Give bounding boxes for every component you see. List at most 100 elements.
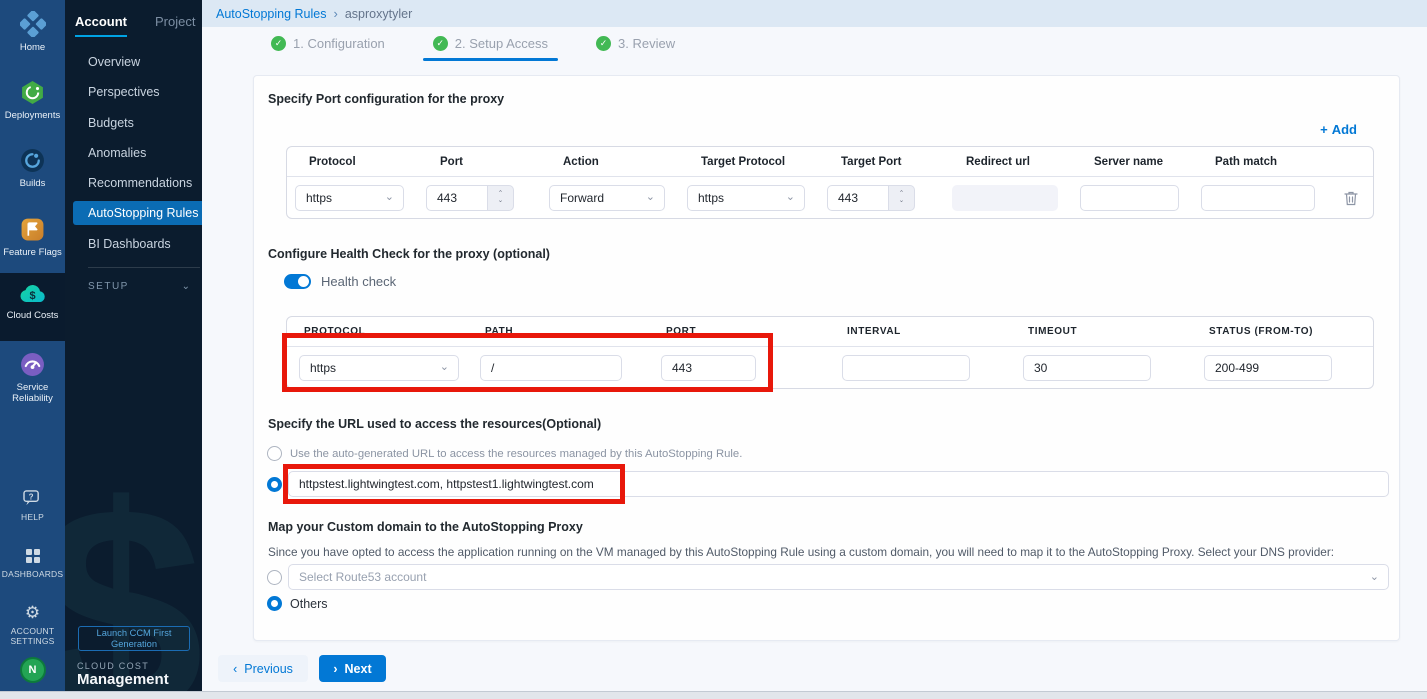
stepper-buttons[interactable]: ⌃ ⌄ (889, 185, 915, 211)
col-action: Action (541, 156, 679, 168)
custom-url-input[interactable] (288, 471, 1389, 497)
step-label: 3. Review (618, 36, 675, 51)
health-status-input[interactable] (1204, 355, 1332, 381)
route53-account-select[interactable]: Select Route53 account ⌄ (288, 564, 1389, 590)
rail-item-cloud-costs[interactable]: $ Cloud Costs (0, 273, 65, 341)
port-input[interactable] (426, 185, 488, 211)
route53-radio[interactable] (267, 570, 282, 585)
previous-button[interactable]: ‹ Previous (218, 655, 308, 682)
step-label: 1. Configuration (293, 36, 385, 51)
custom-url-radio[interactable] (267, 477, 282, 492)
port-config-table: Protocol Port Action Target Protocol Tar… (286, 146, 1374, 219)
path-match-input[interactable] (1201, 185, 1315, 211)
health-port-input[interactable] (661, 355, 756, 381)
rail-label: ACCOUNT SETTINGS (7, 626, 59, 646)
add-port-row-button[interactable]: + Add (1320, 122, 1357, 137)
sidebar-item-autostopping-rules[interactable]: AutoStopping Rules (73, 201, 202, 225)
product-eyebrow: CLOUD COST (77, 661, 149, 671)
stepper-down-icon[interactable]: ⌄ (498, 198, 503, 205)
sidebar-item-overview[interactable]: Overview (88, 55, 140, 69)
ccm-sidebar: $ Account Project Overview Perspectives … (65, 0, 202, 691)
server-name-input[interactable] (1080, 185, 1179, 211)
setup-access-card: Specify Port configuration for the proxy… (253, 75, 1400, 641)
col-timeout: TIMEOUT (1011, 326, 1192, 337)
port-table-row: https ⌄ ⌃ ⌄ Forward ⌄ https ⌄ ⌃ (287, 177, 1373, 218)
ccm-watermark-dollar: $ (65, 461, 202, 691)
port-table-header: Protocol Port Action Target Protocol Tar… (287, 147, 1373, 177)
health-path-input[interactable] (480, 355, 622, 381)
stepper-down-icon[interactable]: ⌄ (899, 198, 904, 205)
chevron-right-icon: › (333, 662, 337, 676)
breadcrumb-root-link[interactable]: AutoStopping Rules (216, 7, 327, 21)
col-redirect-url: Redirect url (944, 156, 1072, 168)
rail-label: Service Reliability (0, 382, 65, 405)
dns-section-title: Map your Custom domain to the AutoStoppi… (268, 520, 583, 534)
col-port: Port (418, 156, 541, 168)
target-port-input[interactable] (827, 185, 889, 211)
action-select[interactable]: Forward ⌄ (549, 185, 665, 211)
sidebar-setup-group[interactable]: SETUP ⌄ (88, 281, 190, 292)
health-protocol-value: https (310, 361, 336, 375)
sidebar-item-budgets[interactable]: Budgets (88, 116, 134, 130)
rail-label: Cloud Costs (7, 310, 59, 321)
port-stepper[interactable]: ⌃ ⌄ (426, 185, 514, 211)
health-check-toggle-row: Health check (284, 274, 396, 289)
health-timeout-input[interactable] (1023, 355, 1151, 381)
health-check-toggle[interactable] (284, 274, 311, 289)
rail-item-home[interactable]: Home (0, 11, 65, 53)
protocol-select[interactable]: https ⌄ (295, 185, 404, 211)
health-interval-input[interactable] (842, 355, 970, 381)
health-protocol-select[interactable]: https ⌄ (299, 355, 459, 381)
health-table-row: https ⌄ (287, 347, 1373, 388)
rail-item-builds[interactable]: Builds (0, 148, 65, 189)
others-radio[interactable] (267, 596, 282, 611)
col-path: PATH (468, 326, 649, 337)
dns-description: Since you have opted to access the appli… (268, 545, 1334, 559)
step-configuration[interactable]: ✓ 1. Configuration (265, 36, 391, 61)
rail-item-dashboards[interactable]: DASHBOARDS (0, 548, 65, 579)
sidebar-divider (88, 267, 200, 268)
rail-item-help[interactable]: ? HELP (0, 490, 65, 522)
user-avatar[interactable]: N (20, 657, 46, 683)
target-port-stepper[interactable]: ⌃ ⌄ (827, 185, 915, 211)
chevron-left-icon: ‹ (233, 662, 237, 676)
rail-item-account-settings[interactable]: ⚙ ACCOUNT SETTINGS (0, 604, 65, 646)
target-protocol-value: https (698, 191, 724, 205)
rail-item-service-reliability[interactable]: Service Reliability (0, 352, 65, 405)
col-server-name: Server name (1072, 156, 1193, 168)
rail-item-deployments[interactable]: Deployments (0, 80, 65, 121)
stepper-buttons[interactable]: ⌃ ⌄ (488, 185, 514, 211)
protocol-value: https (306, 191, 332, 205)
chevron-down-icon: ⌄ (385, 192, 394, 203)
action-value: Forward (560, 191, 604, 205)
sidebar-item-perspectives[interactable]: Perspectives (88, 85, 160, 99)
redirect-url-input (952, 185, 1058, 211)
launch-ccm-first-gen-button[interactable]: Launch CCM First Generation (78, 626, 190, 651)
health-table-header: PROTOCOL PATH PORT INTERVAL TIMEOUT STAT… (287, 317, 1373, 347)
window-bottom-edge (0, 691, 1427, 699)
sidebar-item-recommendations[interactable]: Recommendations (88, 176, 192, 190)
delete-row-trash-icon[interactable] (1344, 190, 1358, 206)
auto-url-radio[interactable] (267, 446, 282, 461)
rail-item-feature-flags[interactable]: Feature Flags (0, 217, 65, 258)
tab-account[interactable]: Account (75, 14, 127, 37)
step-setup-access[interactable]: ✓ 2. Setup Access (427, 36, 554, 61)
port-section-title: Specify Port configuration for the proxy (268, 92, 504, 106)
step-check-icon: ✓ (433, 36, 448, 51)
rail-item-profile[interactable]: N (0, 657, 65, 683)
next-button[interactable]: › Next (319, 655, 386, 682)
sidebar-item-bi-dashboards[interactable]: BI Dashboards (88, 237, 171, 251)
step-review[interactable]: ✓ 3. Review (590, 36, 681, 61)
wizard-steps: ✓ 1. Configuration ✓ 2. Setup Access ✓ 3… (202, 27, 1427, 75)
plus-icon: + (1320, 122, 1328, 137)
service-reliability-icon (20, 352, 45, 377)
svg-text:$: $ (29, 290, 35, 302)
breadcrumb-current: asproxytyler (345, 7, 412, 21)
module-rail: Home Deployments Builds Feature Flags (0, 0, 65, 691)
rail-label: DASHBOARDS (2, 569, 64, 579)
sidebar-item-anomalies[interactable]: Anomalies (88, 146, 146, 160)
health-check-table: PROTOCOL PATH PORT INTERVAL TIMEOUT STAT… (286, 316, 1374, 389)
target-protocol-select[interactable]: https ⌄ (687, 185, 805, 211)
tab-project[interactable]: Project (155, 14, 195, 37)
others-option: Others (267, 596, 328, 611)
